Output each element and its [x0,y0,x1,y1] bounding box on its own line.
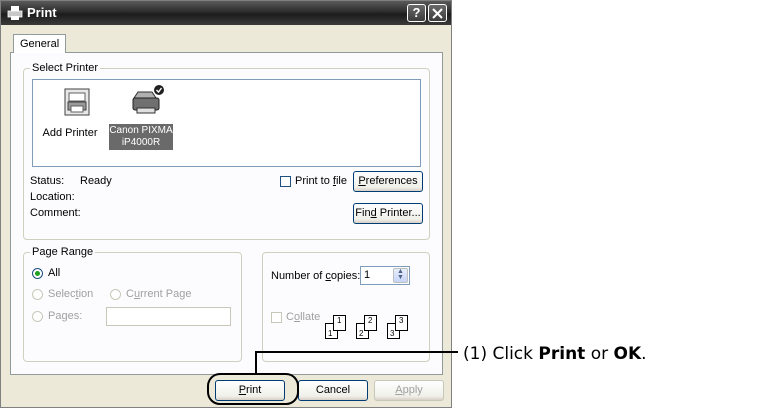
callout-text: (1) Click Print or OK. [463,344,647,364]
callout-pointer [207,351,458,405]
tab-general[interactable]: General [13,34,67,53]
